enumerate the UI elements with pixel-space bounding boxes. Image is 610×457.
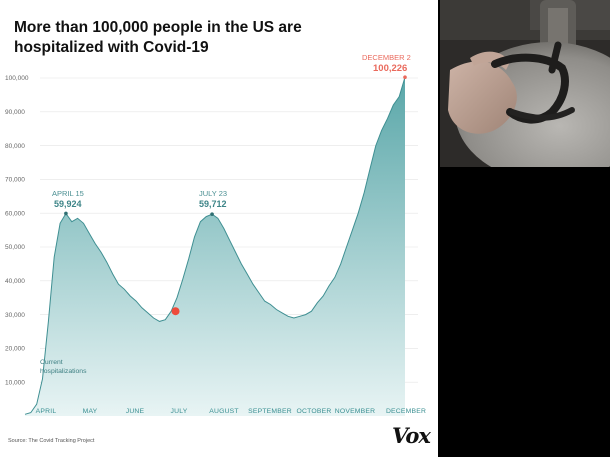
x-tick-label: JULY xyxy=(171,408,188,415)
y-tick-label: 90,000 xyxy=(5,109,25,116)
webcam-image xyxy=(440,0,610,167)
x-tick-label: NOVEMBER xyxy=(335,408,376,415)
x-tick-label: AUGUST xyxy=(209,408,239,415)
y-tick-label: 60,000 xyxy=(5,210,25,217)
annotation-dec2-value: 100,226 xyxy=(373,63,407,74)
series-label-line1: Current xyxy=(40,359,63,366)
y-tick-label: 70,000 xyxy=(5,177,25,184)
peak-marker-jul23 xyxy=(210,212,214,216)
y-tick-label: 100,000 xyxy=(5,75,29,82)
hospitalization-area xyxy=(25,77,405,416)
annotation-jul23-value: 59,712 xyxy=(199,199,227,209)
y-tick-label: 80,000 xyxy=(5,143,25,150)
series-label-line2: hospitalizations xyxy=(40,368,87,375)
y-tick-label: 30,000 xyxy=(5,312,25,319)
annotation-jul23-label: JULY 23 xyxy=(199,189,227,198)
highlight-marker xyxy=(171,307,180,316)
annotation-dec2-label: DECEMBER 2 xyxy=(362,53,411,62)
webcam-video-feed xyxy=(440,0,610,167)
x-tick-label: DECEMBER xyxy=(386,408,426,415)
hospitalization-area-chart: 10,000 20,000 30,000 40,000 50,000 60,000 70,0… xyxy=(5,53,426,416)
y-tick-label: 20,000 xyxy=(5,346,25,353)
x-tick-label: APRIL xyxy=(36,408,57,415)
peak-marker-dec2 xyxy=(403,75,407,80)
peak-marker-apr15 xyxy=(64,211,68,216)
y-tick-label: 10,000 xyxy=(5,379,25,386)
source-note: Source: The Covid Tracking Project xyxy=(8,438,95,444)
x-tick-label: MAY xyxy=(83,408,98,415)
annotation-apr15-value: 59,924 xyxy=(54,199,82,209)
x-tick-label: OCTOBER xyxy=(297,408,332,415)
y-tick-label: 50,000 xyxy=(5,244,25,251)
chart-panel: More than 100,000 people in the US are h… xyxy=(0,0,438,457)
brand-logo: Vox xyxy=(392,423,431,448)
annotation-apr15-label: APRIL 15 xyxy=(52,189,84,198)
x-tick-label: SEPTEMBER xyxy=(248,408,292,415)
x-tick-label: JUNE xyxy=(126,408,145,415)
y-tick-label: 40,000 xyxy=(5,278,25,285)
